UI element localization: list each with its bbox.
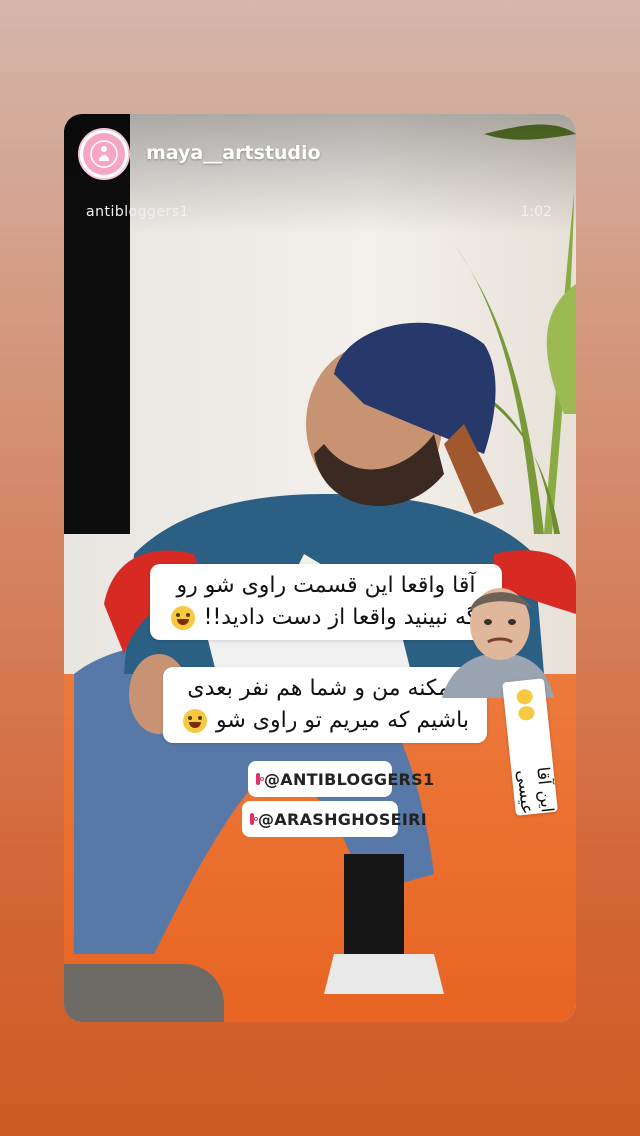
mention-sticker-antibloggers1[interactable]: @ANTIBLOGGERS1 (248, 761, 434, 797)
story-username[interactable]: maya__artstudio (146, 142, 321, 164)
sticker-tag-text: این آقا عیسی (512, 765, 557, 816)
caption-bubble-2: ممکنه من و شما هم نفر بعدی باشیم که میری… (163, 667, 487, 743)
avatar-logo-icon (83, 133, 125, 175)
caption-2-line-2: باشیم که میریم تو راوی شو (216, 708, 469, 733)
profile-avatar[interactable] (78, 128, 130, 180)
video-source-username: antibloggers1 (86, 204, 190, 220)
laughing-emoji-icon (517, 704, 536, 722)
story-card[interactable]: maya__artstudio antibloggers1 1:02 آقا و… (64, 114, 576, 1022)
laughing-emoji-icon (515, 688, 534, 705)
zany-face-emoji-icon (183, 709, 208, 733)
caption-2-line-1: ممکنه من و شما هم نفر بعدی (187, 676, 463, 701)
instagram-icon (250, 813, 258, 825)
laughing-emoji-icon (170, 606, 195, 630)
mention-sticker-arashghoseiri[interactable]: @ARASHGHOSEIRI (242, 801, 427, 837)
mention-handle: @ARASHGHOSEIRI (258, 809, 428, 829)
mention-handle: @ANTIBLOGGERS1 (264, 769, 435, 789)
instagram-icon (256, 773, 264, 785)
video-timestamp: 1:02 (520, 204, 552, 220)
floor-shadow (64, 964, 224, 1022)
caption-2-line-2-row: باشیم که میریم تو راوی شو (169, 705, 481, 737)
